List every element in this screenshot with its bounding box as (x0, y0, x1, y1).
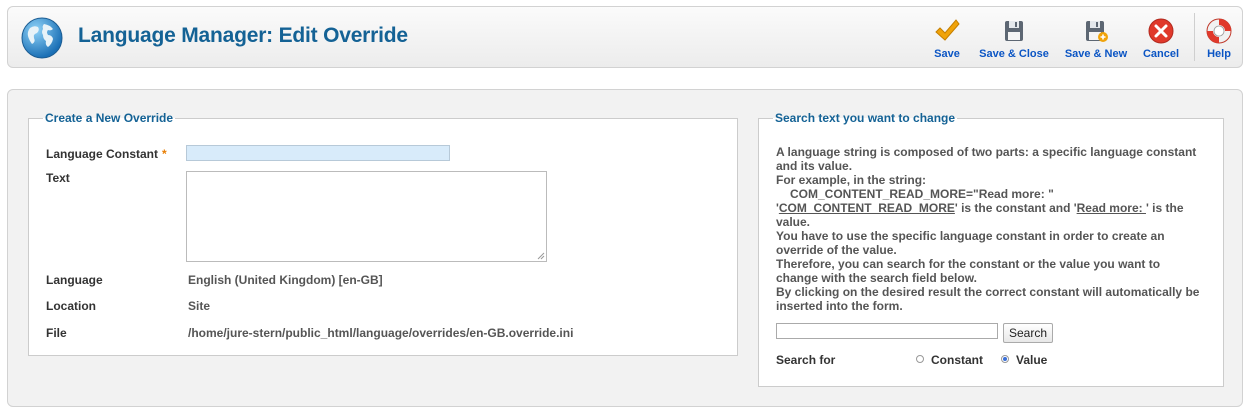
text-area-wrap (186, 171, 547, 262)
file-path-value: /home/jure-stern/public_html/language/ov… (188, 326, 574, 340)
cancel-icon (1148, 18, 1174, 44)
search-button[interactable]: Search (1003, 323, 1054, 343)
help-paragraph: By clicking on the desired result the co… (776, 285, 1200, 313)
search-legend: Search text you want to change (775, 111, 956, 125)
help-paragraph: A language string is composed of two par… (776, 145, 1197, 173)
language-constant-label: Language Constant * (46, 147, 167, 161)
resize-grip-icon[interactable] (537, 252, 545, 260)
toolbar-separator (1194, 13, 1195, 61)
value-example: Read more: (1076, 201, 1146, 215)
language-constant-input[interactable] (186, 145, 450, 161)
page-title: Language Manager: Edit Override (78, 24, 408, 47)
value-radio-label[interactable]: Value (1016, 353, 1047, 367)
save-close-button[interactable]: Save & Close (977, 17, 1051, 60)
text-label: Text (46, 171, 70, 185)
save-label: Save (934, 48, 960, 60)
search-help-text: A language string is composed of two par… (776, 145, 1204, 313)
location-value: Site (188, 299, 211, 313)
floppy-disk-icon (1005, 21, 1023, 41)
constant-radio-label[interactable]: Constant (931, 353, 983, 367)
language-value: English (United Kingdom) [en-GB] (188, 273, 383, 287)
value-radio[interactable] (1001, 355, 1009, 363)
required-marker: * (162, 147, 167, 161)
floppy-disk-plus-icon (1086, 21, 1108, 42)
search-input[interactable] (776, 323, 998, 339)
save-new-button[interactable]: Save & New (1063, 17, 1129, 60)
create-override-legend: Create a New Override (45, 111, 174, 125)
constant-example: COM_CONTENT_READ_MORE (778, 201, 955, 215)
constant-radio[interactable] (916, 355, 924, 363)
cancel-label: Cancel (1142, 48, 1180, 60)
language-label: Language (46, 273, 103, 287)
search-for-label: Search for (776, 353, 836, 367)
save-close-label: Save & Close (979, 48, 1049, 60)
help-paragraph: Therefore, you can search for the consta… (776, 257, 1161, 285)
content-area: Create a New Override Language Constant *… (7, 89, 1243, 407)
location-label: Location (46, 299, 96, 313)
help-button[interactable]: Help (1204, 17, 1234, 60)
help-example: COM_CONTENT_READ_MORE="Read more: " (790, 187, 1054, 201)
help-paragraph: 'COM_CONTENT_READ_MORE' is the constant … (776, 201, 1184, 229)
cancel-button[interactable]: Cancel (1141, 17, 1181, 60)
text-input[interactable] (186, 171, 547, 262)
checkmark-icon (935, 19, 960, 41)
toolbar: Language Manager: Edit Override Save Sav… (7, 6, 1243, 68)
help-label: Help (1207, 48, 1231, 60)
save-new-label: Save & New (1064, 48, 1128, 60)
help-paragraph: For example, in the string: (776, 173, 927, 187)
lifebuoy-icon (1206, 18, 1232, 44)
search-fieldset: Search text you want to change A languag… (758, 111, 1224, 387)
create-override-fieldset: Create a New Override Language Constant *… (28, 111, 738, 356)
file-label: File (46, 326, 67, 340)
help-paragraph: You have to use the specific language co… (776, 229, 1165, 257)
save-button[interactable]: Save (930, 17, 964, 60)
globe-icon (21, 17, 63, 59)
